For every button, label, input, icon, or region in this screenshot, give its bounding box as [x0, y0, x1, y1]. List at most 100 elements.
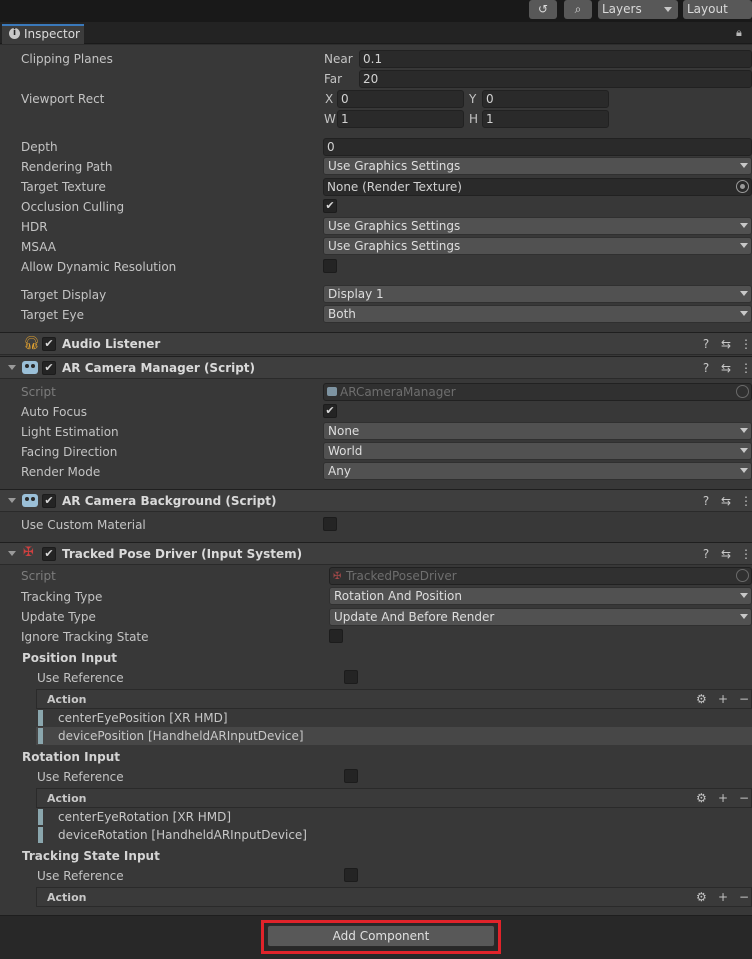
tracked-pose-driver-enabled-checkbox[interactable]: ✔: [42, 547, 56, 561]
drag-handle[interactable]: [38, 827, 43, 843]
remove-icon[interactable]: −: [739, 889, 749, 905]
search-button[interactable]: ⌕: [564, 0, 592, 19]
allow-dynamic-resolution-checkbox[interactable]: [323, 259, 337, 273]
chevron-down-icon: [740, 614, 748, 619]
help-icon[interactable]: ?: [700, 336, 712, 352]
ar-camera-background-enabled-checkbox[interactable]: ✔: [42, 494, 56, 508]
more-options-icon[interactable]: ⋮: [740, 336, 752, 352]
list-item[interactable]: devicePosition [HandheldARInputDevice]: [36, 727, 752, 745]
gear-icon[interactable]: ⚙︎: [696, 691, 707, 707]
foldout-arrow-icon[interactable]: [8, 365, 16, 370]
presets-icon[interactable]: ⇆: [720, 546, 732, 562]
layers-dropdown[interactable]: Layers: [598, 0, 678, 19]
drag-handle[interactable]: [38, 710, 43, 726]
add-icon[interactable]: +: [718, 691, 728, 707]
action-header-label: Action: [47, 792, 87, 805]
layout-dropdown[interactable]: Layout: [683, 0, 752, 19]
foldout-arrow-icon[interactable]: [8, 551, 16, 556]
gear-icon[interactable]: ⚙︎: [696, 889, 707, 905]
help-icon[interactable]: ?: [700, 493, 712, 509]
gear-icon[interactable]: ⚙︎: [696, 790, 707, 806]
remove-icon[interactable]: −: [739, 691, 749, 707]
rotation-use-reference-checkbox[interactable]: [344, 769, 358, 783]
tracking-state-use-reference-checkbox[interactable]: [344, 868, 358, 882]
ar-camera-manager-title: AR Camera Manager (Script): [62, 361, 256, 375]
target-texture-label: Target Texture: [21, 180, 106, 194]
ar-camera-manager-header[interactable]: ✔ AR Camera Manager (Script) ? ⇆ ⋮: [0, 356, 752, 379]
position-use-reference-checkbox[interactable]: [344, 670, 358, 684]
list-item[interactable]: deviceRotation [HandheldARInputDevice]: [36, 826, 752, 844]
ar-camera-background-header[interactable]: ✔ AR Camera Background (Script) ? ⇆ ⋮: [0, 489, 752, 512]
object-picker-icon: [736, 385, 749, 398]
audio-listener-enabled-checkbox[interactable]: ✔: [42, 337, 56, 351]
target-display-dropdown[interactable]: Display 1: [323, 285, 752, 303]
far-label: Far: [324, 72, 343, 86]
audio-listener-header[interactable]: 🎧︎ ✔ Audio Listener ? ⇆ ⋮: [0, 332, 752, 355]
drag-handle[interactable]: [38, 728, 43, 744]
facing-direction-dropdown[interactable]: World: [323, 442, 752, 460]
help-icon[interactable]: ?: [700, 360, 712, 376]
help-icon[interactable]: ?: [700, 546, 712, 562]
ignore-tracking-state-checkbox[interactable]: [329, 629, 343, 643]
script-value: TrackedPoseDriver: [346, 569, 457, 583]
target-eye-value: Both: [328, 307, 356, 321]
ar-camera-manager-enabled-checkbox[interactable]: ✔: [42, 361, 56, 375]
light-estimation-dropdown[interactable]: None: [323, 422, 752, 440]
hdr-value: Use Graphics Settings: [328, 219, 461, 233]
msaa-dropdown[interactable]: Use Graphics Settings: [323, 237, 752, 255]
occlusion-culling-checkbox[interactable]: ✔: [323, 199, 337, 213]
use-reference-label: Use Reference: [37, 770, 124, 784]
headphones-icon: 🎧︎: [23, 336, 40, 351]
add-icon[interactable]: +: [718, 889, 728, 905]
tab-inspector[interactable]: i Inspector: [2, 24, 84, 44]
rendering-path-dropdown[interactable]: Use Graphics Settings: [323, 157, 752, 175]
chevron-down-icon: [664, 7, 672, 12]
list-item[interactable]: centerEyePosition [XR HMD]: [36, 709, 752, 727]
tab-label: Inspector: [24, 27, 80, 41]
rendering-path-value: Use Graphics Settings: [328, 159, 461, 173]
lock-icon[interactable]: 🔒︎: [736, 26, 742, 40]
add-icon[interactable]: +: [718, 790, 728, 806]
use-reference-label: Use Reference: [37, 671, 124, 685]
presets-icon[interactable]: ⇆: [720, 493, 732, 509]
drag-handle[interactable]: [38, 809, 43, 825]
hdr-dropdown[interactable]: Use Graphics Settings: [323, 217, 752, 235]
depth-field[interactable]: 0: [323, 138, 752, 156]
far-field[interactable]: 20: [359, 70, 752, 88]
script-icon: [327, 387, 337, 396]
near-field[interactable]: 0.1: [359, 50, 752, 68]
target-eye-dropdown[interactable]: Both: [323, 305, 752, 323]
tab-bar: [0, 22, 752, 44]
remove-icon[interactable]: −: [739, 790, 749, 806]
more-options-icon[interactable]: ⋮: [740, 360, 752, 376]
h-field[interactable]: 1: [482, 110, 609, 128]
y-field[interactable]: 0: [482, 90, 609, 108]
render-mode-dropdown[interactable]: Any: [323, 462, 752, 480]
tracking-type-dropdown[interactable]: Rotation And Position: [329, 587, 752, 605]
presets-icon[interactable]: ⇆: [720, 360, 732, 376]
foldout-arrow-icon[interactable]: [8, 498, 16, 503]
update-type-value: Update And Before Render: [334, 610, 495, 624]
object-picker-icon[interactable]: [736, 180, 749, 193]
script-label: Script: [21, 385, 56, 399]
update-type-dropdown[interactable]: Update And Before Render: [329, 608, 752, 626]
layers-label: Layers: [602, 2, 642, 16]
x-field[interactable]: 0: [337, 90, 464, 108]
add-component-button[interactable]: Add Component: [267, 925, 495, 947]
presets-icon[interactable]: ⇆: [720, 336, 732, 352]
audio-listener-title: Audio Listener: [62, 337, 161, 351]
chevron-down-icon: [740, 291, 748, 296]
tracked-pose-driver-header[interactable]: ✠ ✔ Tracked Pose Driver (Input System) ?…: [0, 542, 752, 565]
more-options-icon[interactable]: ⋮: [740, 546, 752, 562]
target-texture-field[interactable]: None (Render Texture): [323, 178, 752, 196]
history-button[interactable]: ↺: [529, 0, 557, 19]
msaa-value: Use Graphics Settings: [328, 239, 461, 253]
tracking-state-action-list-header: Action ⚙︎ + −: [36, 887, 752, 907]
x-label: X: [325, 92, 334, 106]
w-field[interactable]: 1: [337, 110, 464, 128]
auto-focus-checkbox[interactable]: ✔: [323, 404, 337, 418]
rotation-input-heading: Rotation Input: [22, 750, 121, 764]
use-custom-material-checkbox[interactable]: [323, 517, 337, 531]
more-options-icon[interactable]: ⋮: [740, 493, 752, 509]
list-item[interactable]: centerEyeRotation [XR HMD]: [36, 808, 752, 826]
